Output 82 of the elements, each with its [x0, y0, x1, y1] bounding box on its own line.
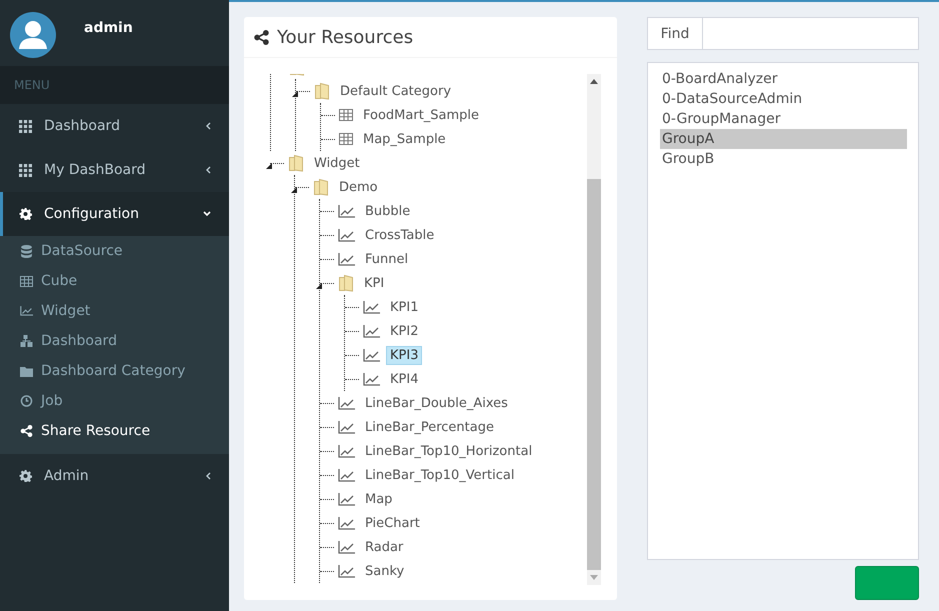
line-chart-icon [363, 300, 380, 314]
line-chart-icon [338, 396, 355, 410]
table-icon [339, 109, 353, 121]
line-chart-icon [338, 444, 355, 458]
line-chart-icon [363, 372, 380, 386]
submenu-item[interactable]: Dashboard [0, 326, 229, 356]
tree-item[interactable]: Widget [310, 154, 364, 172]
scroll-up-icon[interactable] [590, 79, 598, 84]
scrollbar[interactable] [587, 74, 601, 585]
tree-item[interactable]: LineBar_Percentage [361, 418, 498, 436]
expanded-triangle-icon[interactable] [266, 163, 272, 169]
group-item[interactable]: 0-DataSourceAdmin [660, 89, 907, 109]
table-icon [339, 133, 353, 145]
tree-item[interactable]: KPI3 [386, 346, 422, 364]
folder-icon [313, 178, 329, 196]
find-field[interactable]: Find [647, 17, 919, 50]
expanded-triangle-icon[interactable] [291, 187, 297, 193]
tree-item[interactable]: KPI [360, 274, 388, 292]
clock-icon [20, 395, 33, 407]
folder-icon [288, 154, 304, 172]
menu-item[interactable]: Dashboard [0, 104, 229, 148]
user-name: admin [84, 20, 133, 36]
grid-icon [19, 120, 32, 132]
tree-item[interactable]: Radar [361, 538, 408, 556]
line-chart-icon [338, 516, 355, 530]
line-chart-icon [338, 468, 355, 482]
menu-item[interactable]: My DashBoard [0, 148, 229, 192]
group-item[interactable]: 0-BoardAnalyzer [660, 69, 907, 89]
line-chart-icon [338, 564, 355, 578]
tree-item[interactable]: LineBar_Top10_Horizontal [361, 442, 536, 460]
tree-item[interactable]: LineBar_Double_Aixes [361, 394, 512, 412]
folder-icon [338, 274, 354, 292]
line-chart-icon [20, 305, 33, 317]
line-chart-icon [338, 492, 355, 506]
tree-item[interactable]: KPI2 [386, 322, 422, 340]
tree-item[interactable]: FoodMart_Sample [359, 106, 484, 124]
folder-icon [20, 366, 33, 376]
grid-icon [19, 164, 32, 176]
tree-item[interactable]: Map_Sample [359, 130, 450, 148]
line-chart-icon [338, 252, 355, 266]
submenu-item[interactable]: Share Resource [0, 416, 229, 446]
tree-item[interactable]: Bubble [361, 202, 414, 220]
tree-item[interactable]: Sanky [361, 562, 408, 580]
line-chart-icon [363, 324, 380, 338]
folder-icon [314, 82, 330, 100]
line-chart-icon [338, 540, 355, 554]
group-item[interactable]: 0-GroupManager [660, 109, 907, 129]
share-icon [254, 30, 269, 44]
submenu-item[interactable]: Dashboard Category [0, 356, 229, 386]
tree-item[interactable]: LineBar_Top10_Vertical [361, 466, 518, 484]
submenu-item[interactable]: Widget [0, 296, 229, 326]
tree-item[interactable]: Map [361, 490, 396, 508]
tree-item[interactable]: KPI1 [386, 298, 422, 316]
sitemap-icon [20, 335, 33, 347]
menu-item[interactable]: Admin [0, 454, 229, 498]
tree-item[interactable]: PieChart [361, 514, 424, 532]
settings-icon [19, 470, 32, 482]
tree-item[interactable]: KPI4 [386, 370, 422, 388]
submenu-item[interactable]: DataSource [0, 236, 229, 266]
expanded-triangle-icon[interactable] [316, 283, 322, 289]
submenu-item[interactable]: Cube [0, 266, 229, 296]
line-chart-icon [338, 420, 355, 434]
line-chart-icon [338, 204, 355, 218]
share-icon [20, 425, 33, 437]
settings-icon [19, 208, 32, 220]
line-chart-icon [363, 348, 380, 362]
group-item[interactable]: GroupA [660, 129, 907, 149]
submenu-item[interactable]: Job [0, 386, 229, 416]
panel-title: Your Resources [277, 26, 414, 48]
menu-header: MENU [14, 78, 50, 92]
expanded-triangle-icon[interactable] [292, 91, 298, 97]
database-icon [20, 244, 33, 258]
menu-item[interactable]: Configuration [0, 192, 229, 236]
tree-item[interactable]: Demo [335, 178, 382, 196]
avatar-icon [10, 12, 56, 58]
line-chart-icon [338, 228, 355, 242]
group-item[interactable]: GroupB [660, 149, 907, 169]
tree-item[interactable]: Funnel [361, 250, 412, 268]
scroll-thumb[interactable] [587, 179, 601, 570]
tree-item[interactable]: Default Category [336, 82, 456, 100]
tree-item[interactable]: CrossTable [361, 226, 438, 244]
table-icon [20, 276, 33, 286]
